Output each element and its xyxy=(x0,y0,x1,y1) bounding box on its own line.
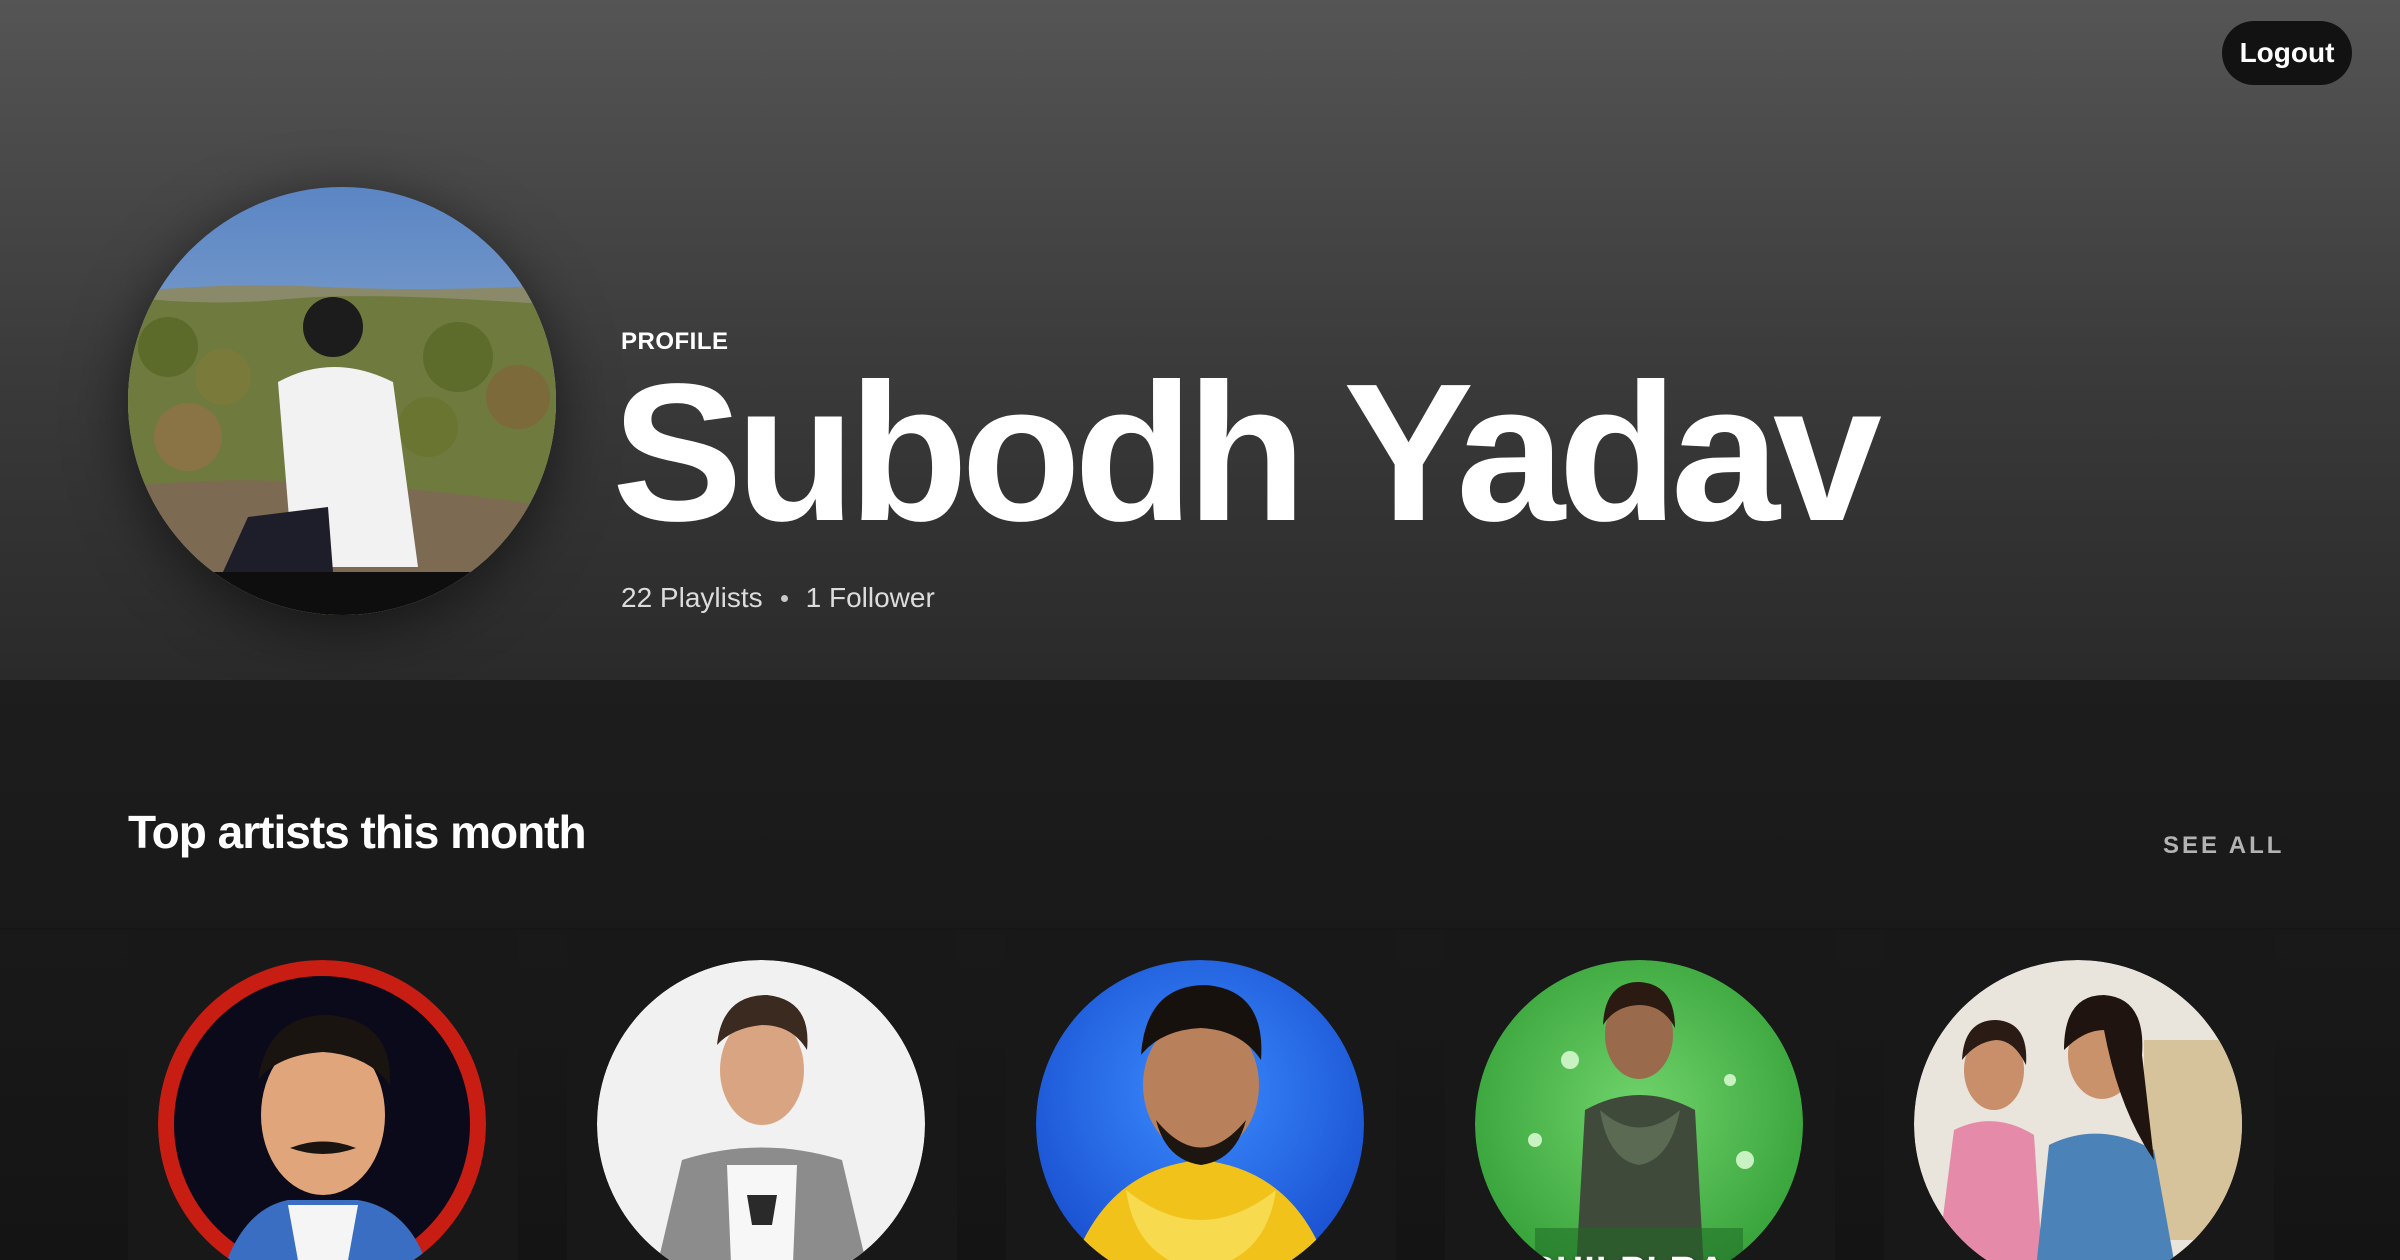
artist-image-caption: SHILPI RAJ xyxy=(1475,1250,1803,1260)
artist-image: SHILPI RAJ xyxy=(1475,960,1803,1260)
avatar-image xyxy=(128,187,556,615)
followers-count[interactable]: 1 Follower xyxy=(806,582,935,614)
artist-card[interactable] xyxy=(567,930,957,1260)
top-artists-section: Top artists this month SEE ALL xyxy=(0,680,2400,1260)
artist-card[interactable]: SHILPI RAJ xyxy=(1445,930,1835,1260)
section-title[interactable]: Top artists this month xyxy=(128,805,587,859)
profile-stats: 22 Playlists 1 Follower xyxy=(621,582,935,614)
artist-image xyxy=(1914,960,2242,1260)
artist-card[interactable] xyxy=(1006,930,1396,1260)
artist-card[interactable] xyxy=(128,930,518,1260)
artist-image xyxy=(158,960,486,1260)
playlists-count[interactable]: 22 Playlists xyxy=(621,582,763,614)
separator-dot xyxy=(780,594,788,602)
artist-image xyxy=(597,960,925,1260)
profile-name: Subodh Yadav xyxy=(612,343,1882,562)
artist-card[interactable] xyxy=(1884,930,2274,1260)
logout-button[interactable]: Logout xyxy=(2222,21,2352,85)
profile-page: Logout PROFILE Subodh Yadav 22 Playlists… xyxy=(0,0,2400,1260)
see-all-link[interactable]: SEE ALL xyxy=(2163,832,2284,860)
profile-header: Logout PROFILE Subodh Yadav 22 Playlists… xyxy=(0,0,2400,680)
artist-image xyxy=(1036,960,1364,1260)
avatar[interactable] xyxy=(128,187,556,615)
